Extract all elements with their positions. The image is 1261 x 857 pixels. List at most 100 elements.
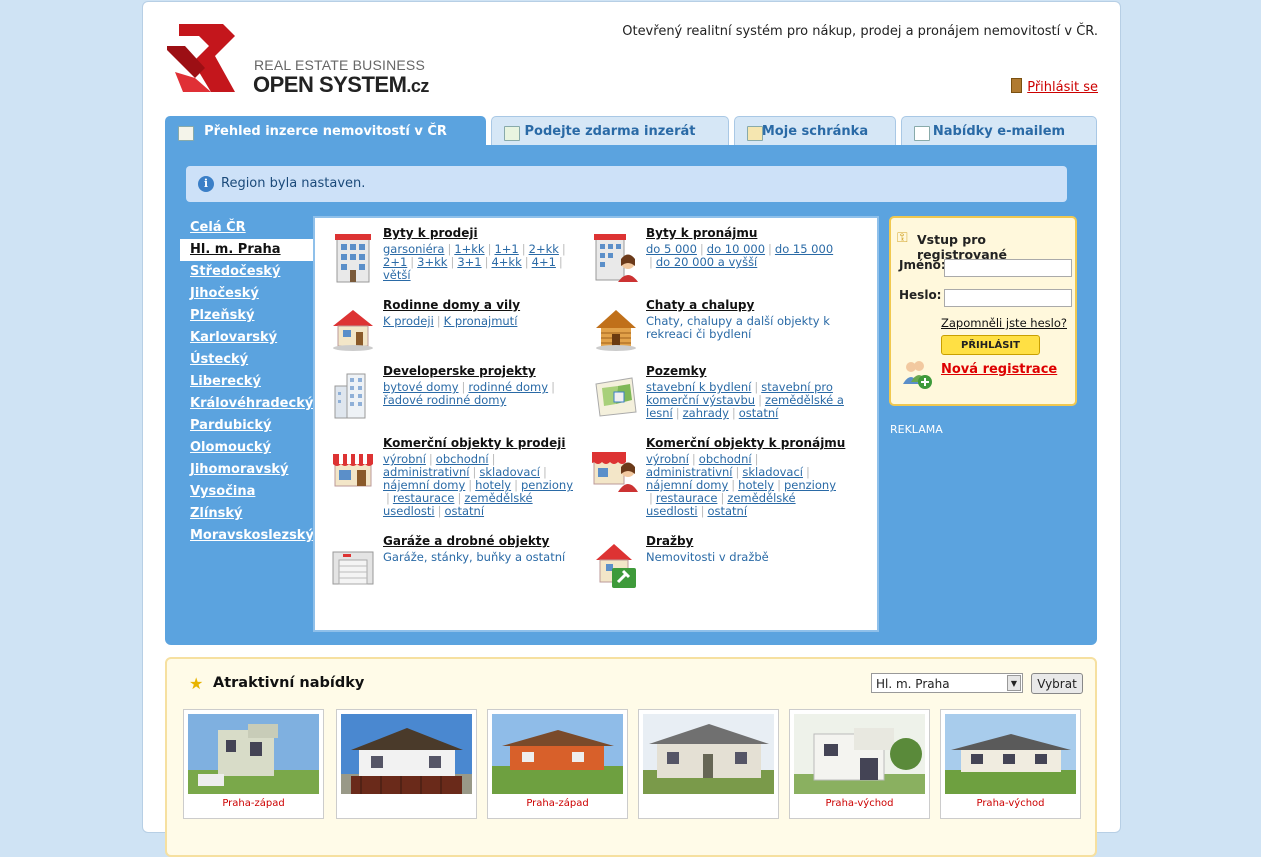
link[interactable]: ostatní bbox=[707, 504, 747, 518]
link[interactable]: restaurace bbox=[656, 491, 718, 505]
link[interactable]: 3+1 bbox=[457, 255, 481, 269]
link[interactable]: rodinné domy bbox=[468, 380, 548, 394]
house-icon bbox=[333, 310, 373, 351]
featured-offers: ★ Atraktivní nabídky Hl. m. Praha ▼ Vybra… bbox=[165, 657, 1097, 857]
link[interactable]: penziony bbox=[784, 478, 836, 492]
link[interactable]: 4+kk bbox=[491, 255, 521, 269]
region-item[interactable]: Středočeský bbox=[180, 261, 315, 283]
category-title[interactable]: Komerční objekty k pronájmu bbox=[646, 436, 861, 450]
link[interactable]: garsoniéra bbox=[383, 242, 444, 256]
link[interactable]: výrobní bbox=[383, 452, 426, 466]
link[interactable]: penziony bbox=[521, 478, 573, 492]
logo-suffix: .cz bbox=[406, 76, 429, 96]
category-title[interactable]: Rodinne domy a vily bbox=[383, 298, 598, 312]
link[interactable]: nájemní domy bbox=[383, 478, 465, 492]
garage-icon bbox=[332, 551, 374, 585]
region-item[interactable]: Zlínský bbox=[180, 503, 315, 525]
link[interactable]: výrobní bbox=[646, 452, 689, 466]
category-description: Chaty, chalupy a další objekty k rekreac… bbox=[646, 314, 830, 341]
tab-label: Moje schránka bbox=[761, 124, 869, 139]
region-item-selected[interactable]: Hl. m. Praha bbox=[180, 239, 330, 261]
offer-card[interactable]: Praha-západ bbox=[183, 709, 324, 819]
region-item[interactable]: Jihomoravský bbox=[180, 459, 315, 481]
region-item[interactable]: Vysočina bbox=[180, 481, 315, 503]
link[interactable]: administrativní bbox=[646, 465, 733, 479]
category-title[interactable]: Pozemky bbox=[646, 364, 861, 378]
register-link[interactable]: Nová registrace bbox=[941, 362, 1057, 377]
region-item[interactable]: Ústecký bbox=[180, 349, 315, 371]
site-logo[interactable]: REAL ESTATE BUSINESS OPEN SYSTEM.cz bbox=[165, 22, 445, 102]
region-item[interactable]: Plzeňský bbox=[180, 305, 315, 327]
link[interactable]: nájemní domy bbox=[646, 478, 728, 492]
link[interactable]: větší bbox=[383, 268, 411, 282]
link[interactable]: do 10 000 bbox=[707, 242, 765, 256]
main-tabs: Přehled inzerce nemovitostí v ČR Podejte… bbox=[165, 116, 1097, 146]
tab-label: Přehled inzerce nemovitostí v ČR bbox=[204, 124, 447, 139]
category-links: stavební k bydlení | stavební pro komerční… bbox=[646, 380, 844, 420]
logo-name-text: OPEN SYSTEM bbox=[253, 72, 407, 97]
link[interactable]: K pronajmutí bbox=[444, 314, 518, 328]
link[interactable]: hotely bbox=[475, 478, 511, 492]
link[interactable]: bytové domy bbox=[383, 380, 459, 394]
region-list: Celá ČR Hl. m. Praha Středočeský Jihočes… bbox=[180, 217, 330, 547]
link[interactable]: do 5 000 bbox=[646, 242, 697, 256]
forgot-password-link[interactable]: Zapomněli jste heslo? bbox=[941, 316, 1067, 330]
link[interactable]: 2+1 bbox=[383, 255, 407, 269]
username-input[interactable] bbox=[944, 259, 1072, 277]
region-item[interactable]: Pardubický bbox=[180, 415, 315, 437]
category-title[interactable]: Komerční objekty k prodeji bbox=[383, 436, 598, 450]
link[interactable]: 1+kk bbox=[454, 242, 484, 256]
category-links: výrobní | obchodní | administrativní | skladov… bbox=[646, 452, 836, 518]
link[interactable]: do 15 000 bbox=[775, 242, 833, 256]
region-select[interactable]: Hl. m. Praha ▼ bbox=[871, 673, 1023, 693]
tab-overview[interactable]: Přehled inzerce nemovitostí v ČR bbox=[165, 116, 486, 146]
select-button[interactable]: Vybrat bbox=[1031, 673, 1083, 694]
offer-card[interactable]: Praha-východ bbox=[789, 709, 930, 819]
region-item[interactable]: Karlovarský bbox=[180, 327, 315, 349]
region-item[interactable]: Olomoucký bbox=[180, 437, 315, 459]
link[interactable]: stavební k bydlení bbox=[646, 380, 751, 394]
category-title[interactable]: Byty k prodeji bbox=[383, 226, 598, 240]
category-title[interactable]: Chaty a chalupy bbox=[646, 298, 861, 312]
link[interactable]: obchodní bbox=[436, 452, 489, 466]
region-item[interactable]: Celá ČR bbox=[180, 217, 315, 239]
link[interactable]: ostatní bbox=[444, 504, 484, 518]
category-title[interactable]: Dražby bbox=[646, 534, 861, 548]
link[interactable]: K prodeji bbox=[383, 314, 434, 328]
link[interactable]: 3+kk bbox=[417, 255, 447, 269]
link[interactable]: řadové rodinné domy bbox=[383, 393, 506, 407]
category-title[interactable]: Byty k pronájmu bbox=[646, 226, 861, 240]
offer-card[interactable]: Praha-východ bbox=[940, 709, 1081, 819]
add-document-icon bbox=[504, 126, 520, 141]
link[interactable]: 4+1 bbox=[532, 255, 556, 269]
login-link[interactable]: Přihlásit se bbox=[1011, 78, 1098, 95]
region-item[interactable]: Liberecký bbox=[180, 371, 315, 393]
link[interactable]: skladovací bbox=[742, 465, 803, 479]
offer-card[interactable]: Praha-západ bbox=[487, 709, 628, 819]
category-description: Garáže, stánky, buňky a ostatní bbox=[383, 550, 566, 564]
password-input[interactable] bbox=[944, 289, 1072, 307]
link[interactable]: skladovací bbox=[479, 465, 540, 479]
category-title[interactable]: Developerske projekty bbox=[383, 364, 598, 378]
link[interactable]: ostatní bbox=[739, 406, 779, 420]
link[interactable]: 2+kk bbox=[529, 242, 559, 256]
link[interactable]: administrativní bbox=[383, 465, 470, 479]
region-item[interactable]: Moravskoslezský bbox=[180, 525, 315, 547]
tab-add-listing[interactable]: Podejte zdarma inzerát bbox=[491, 116, 729, 146]
add-user-icon bbox=[903, 361, 932, 389]
category-title[interactable]: Garáže a drobné objekty bbox=[383, 534, 598, 548]
tab-mailbox[interactable]: Moje schránka bbox=[734, 116, 896, 146]
link[interactable]: obchodní bbox=[699, 452, 752, 466]
link[interactable]: do 20 000 a vyšší bbox=[656, 255, 757, 269]
login-button[interactable]: PŘIHLÁSIT bbox=[941, 335, 1040, 355]
region-item[interactable]: Královéhradecký bbox=[180, 393, 315, 415]
tab-email-offers[interactable]: Nabídky e-mailem bbox=[901, 116, 1097, 146]
link[interactable]: hotely bbox=[738, 478, 774, 492]
offer-card[interactable] bbox=[638, 709, 779, 819]
link[interactable]: 1+1 bbox=[494, 242, 518, 256]
offer-card[interactable] bbox=[336, 709, 477, 819]
link[interactable]: zahrady bbox=[683, 406, 729, 420]
link[interactable]: restaurace bbox=[393, 491, 455, 505]
region-item[interactable]: Jihočeský bbox=[180, 283, 315, 305]
category-links: do 5 000 | do 10 000 | do 15 000 | do 20 000 a… bbox=[646, 242, 834, 269]
